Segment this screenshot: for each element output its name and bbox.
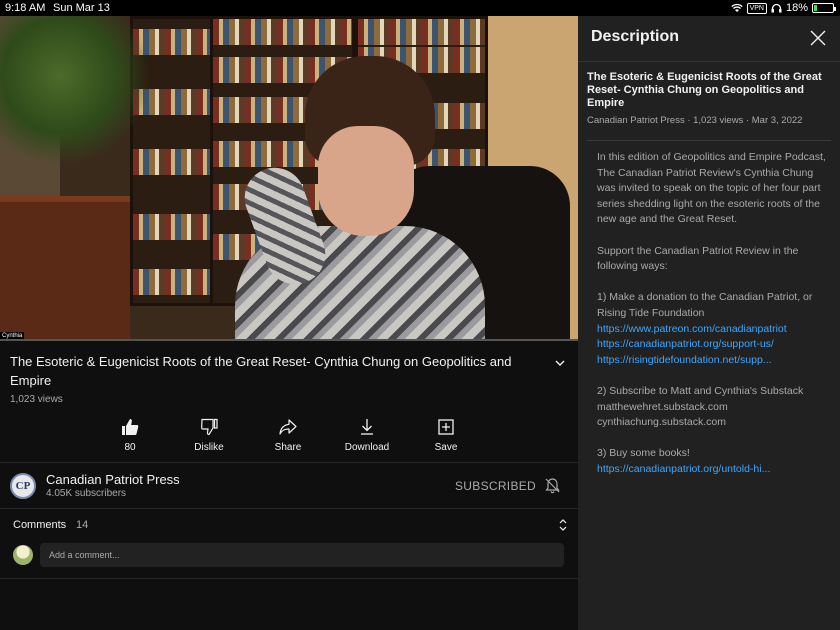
comment-input[interactable]	[40, 543, 564, 567]
video-title[interactable]: The Esoteric & Eugenicist Roots of the G…	[10, 352, 540, 390]
patreon-link[interactable]: https://www.patreon.com/canadianpatriot	[597, 322, 833, 338]
description-text: 3) Buy some books!	[597, 447, 690, 460]
thumbs-up-icon	[122, 419, 139, 435]
dislike-label: Dislike	[194, 442, 224, 453]
books-link[interactable]: https://canadianpatriot.org/untold-hi...	[597, 462, 833, 478]
like-button[interactable]: 80	[90, 418, 170, 453]
headphones-icon	[771, 3, 782, 13]
download-label: Download	[344, 442, 390, 453]
close-icon[interactable]	[810, 30, 826, 46]
comments-label[interactable]: Comments	[13, 519, 66, 531]
description-paragraph: 3) Buy some books! https://canadianpatri…	[597, 446, 833, 477]
bell-off-icon[interactable]	[544, 477, 561, 494]
video-scene-cabinet	[0, 196, 130, 340]
comments-count: 14	[76, 519, 89, 531]
rising-tide-link[interactable]: https://risingtidefoundation.net/supp...	[597, 353, 833, 369]
wifi-icon	[730, 3, 743, 12]
save-label: Save	[434, 442, 458, 453]
divider	[0, 578, 578, 579]
avatar	[13, 545, 33, 565]
thumbs-down-icon	[201, 418, 218, 436]
chevron-down-icon[interactable]	[553, 356, 567, 370]
channel-avatar-text: CP	[15, 480, 31, 492]
status-right: VPN 18%	[730, 2, 836, 14]
view-count: 1,023 views	[10, 394, 63, 405]
download-button[interactable]: Download	[327, 418, 407, 453]
action-bar: 80 Dislike Share Download Save	[90, 418, 490, 456]
description-text: 1) Make a donation to the Canadian Patri…	[597, 291, 813, 319]
description-body: In this edition of Geopolitics and Empir…	[597, 150, 833, 493]
description-panel: Description The Esoteric & Eugenicist Ro…	[578, 16, 840, 630]
divider	[0, 508, 578, 509]
share-button[interactable]: Share	[248, 418, 328, 453]
description-paragraph: Support the Canadian Patriot Review in t…	[597, 244, 799, 273]
substack-text: matthewehret.substack.com	[597, 400, 728, 413]
channel-name[interactable]: Canadian Patriot Press	[46, 472, 180, 487]
save-button[interactable]: Save	[406, 418, 486, 453]
channel-avatar[interactable]: CP	[10, 473, 36, 499]
divider	[0, 462, 578, 463]
battery-percent: 18%	[785, 2, 808, 14]
subscriber-count: 4.05K subscribers	[46, 488, 127, 499]
playlist-add-icon	[438, 419, 454, 435]
video-scene-face	[318, 126, 414, 236]
divider	[578, 61, 840, 62]
share-label: Share	[274, 442, 302, 453]
video-progress-bar[interactable]	[0, 339, 578, 341]
description-paragraph: 1) Make a donation to the Canadian Patri…	[597, 290, 833, 368]
description-meta: Canadian Patriot Press · 1,023 views · M…	[587, 115, 803, 126]
expand-icon[interactable]	[556, 518, 570, 532]
share-icon	[279, 419, 297, 435]
divider	[587, 140, 831, 141]
battery-fill	[814, 5, 818, 11]
subscribed-button[interactable]: SUBSCRIBED	[455, 479, 536, 493]
description-title: The Esoteric & Eugenicist Roots of the G…	[587, 71, 822, 109]
like-count: 80	[124, 442, 136, 453]
dislike-button[interactable]: Dislike	[169, 418, 249, 453]
video-player[interactable]: Cynthia	[0, 16, 578, 340]
status-bar: 9:18 AM Sun Mar 13 VPN 18%	[0, 0, 840, 16]
description-text: 2) Subscribe to Matt and Cynthia's Subst…	[597, 384, 804, 397]
vpn-badge: VPN	[746, 2, 767, 14]
video-scene-plant	[0, 16, 150, 166]
description-paragraph: 2) Subscribe to Matt and Cynthia's Subst…	[597, 384, 833, 431]
status-date: Sun Mar 13	[53, 2, 110, 14]
description-header: Description	[591, 28, 680, 45]
battery-icon	[812, 3, 836, 13]
download-icon	[361, 419, 373, 435]
substack-text: cynthiachung.substack.com	[597, 416, 726, 429]
status-time: 9:18 AM	[5, 2, 46, 14]
support-link[interactable]: https://canadianpatriot.org/support-us/	[597, 337, 833, 353]
description-paragraph: In this edition of Geopolitics and Empir…	[597, 151, 826, 226]
